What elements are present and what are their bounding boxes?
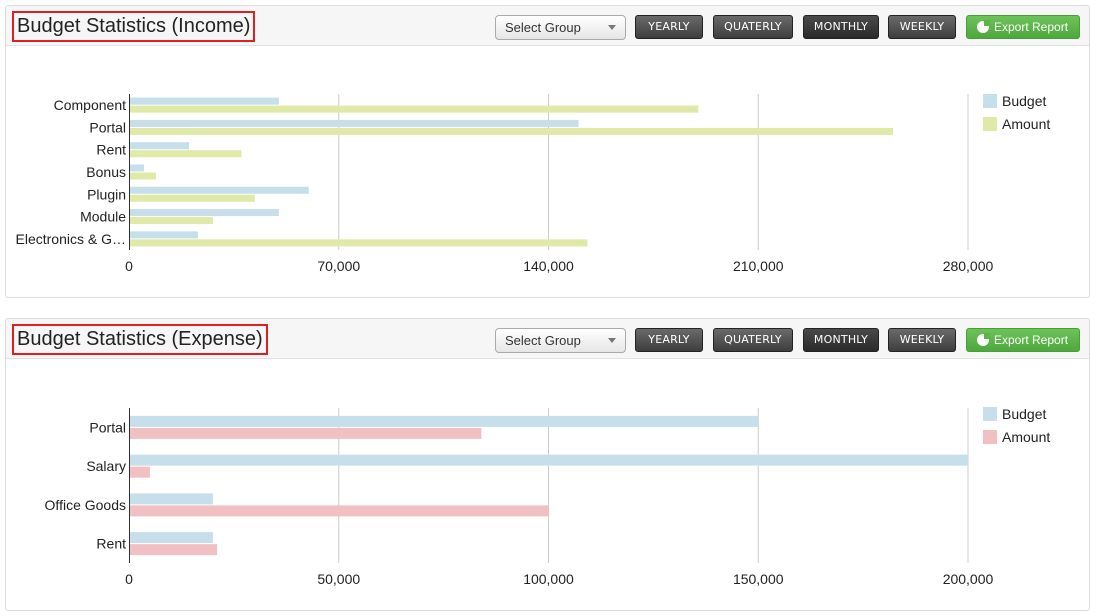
expense-bar-budget	[129, 532, 213, 544]
income-category-label: Module	[80, 209, 126, 225]
income-bar-amount	[129, 239, 588, 247]
expense-bar-amount	[129, 466, 150, 478]
income-tick-label: 140,000	[523, 258, 574, 274]
expense-legend-label: Amount	[1002, 429, 1050, 445]
expense-bar-amount	[129, 505, 549, 517]
income-category-label: Rent	[96, 142, 126, 158]
income-tick-label: 210,000	[733, 258, 784, 274]
income-legend-label: Amount	[1002, 116, 1050, 132]
income-bar-amount	[129, 105, 699, 113]
income-bar-amount	[129, 150, 242, 158]
expense-bar-amount	[129, 427, 482, 439]
income-bar-amount	[129, 127, 894, 135]
expense-tick-label: 0	[125, 571, 133, 587]
income-category-label: Plugin	[87, 186, 126, 202]
expense-chart: 0 50,000 100,000 150,000 200,000 Portal Salary…	[45, 406, 1051, 587]
expense-category-label: Portal	[89, 419, 126, 435]
expense-tick-label: 100,000	[523, 571, 574, 587]
income-bar-budget	[129, 231, 198, 239]
expense-tick-label: 150,000	[733, 571, 784, 587]
income-bar-budget	[129, 164, 144, 172]
income-category-label: Bonus	[86, 164, 126, 180]
income-tick-label: 70,000	[317, 258, 360, 274]
expense-category-label: Office Goods	[45, 497, 126, 513]
expense-category-label: Rent	[96, 536, 126, 552]
income-bar-budget	[129, 186, 309, 194]
income-bar-budget	[129, 142, 189, 150]
expense-bar-amount	[129, 544, 218, 556]
income-bar-amount	[129, 194, 255, 202]
income-bar-budget	[129, 209, 279, 217]
expense-tick-label: 200,000	[943, 571, 994, 587]
expense-legend-label: Budget	[1002, 406, 1046, 422]
expense-legend-swatch-budget	[983, 407, 997, 421]
income-legend-label: Budget	[1002, 93, 1046, 109]
income-legend-swatch-budget	[983, 94, 997, 108]
expense-panel: Budget Statistics (Expense) Select Group…	[5, 318, 1090, 611]
income-panel: Budget Statistics (Income) Select Group …	[5, 5, 1090, 298]
expense-legend-swatch-amount	[983, 430, 997, 444]
expense-tick-label: 50,000	[317, 571, 360, 587]
income-chart: 0 70,000 140,000 210,000 280,000 Component Por…	[16, 93, 1051, 274]
income-tick-label: 0	[125, 258, 133, 274]
income-category-label: Component	[54, 97, 126, 113]
income-bar-amount	[129, 217, 213, 225]
expense-bar-budget	[129, 454, 968, 466]
income-tick-label: 280,000	[943, 258, 994, 274]
income-category-label: Electronics & G…	[16, 231, 126, 247]
expense-bar-budget	[129, 493, 213, 505]
income-legend-swatch-amount	[983, 117, 997, 131]
income-bar-budget	[129, 119, 579, 127]
income-category-label: Portal	[89, 119, 126, 135]
income-bar-budget	[129, 97, 279, 105]
income-bar-amount	[129, 172, 156, 180]
expense-bar-budget	[129, 415, 759, 427]
expense-category-label: Salary	[86, 458, 126, 474]
